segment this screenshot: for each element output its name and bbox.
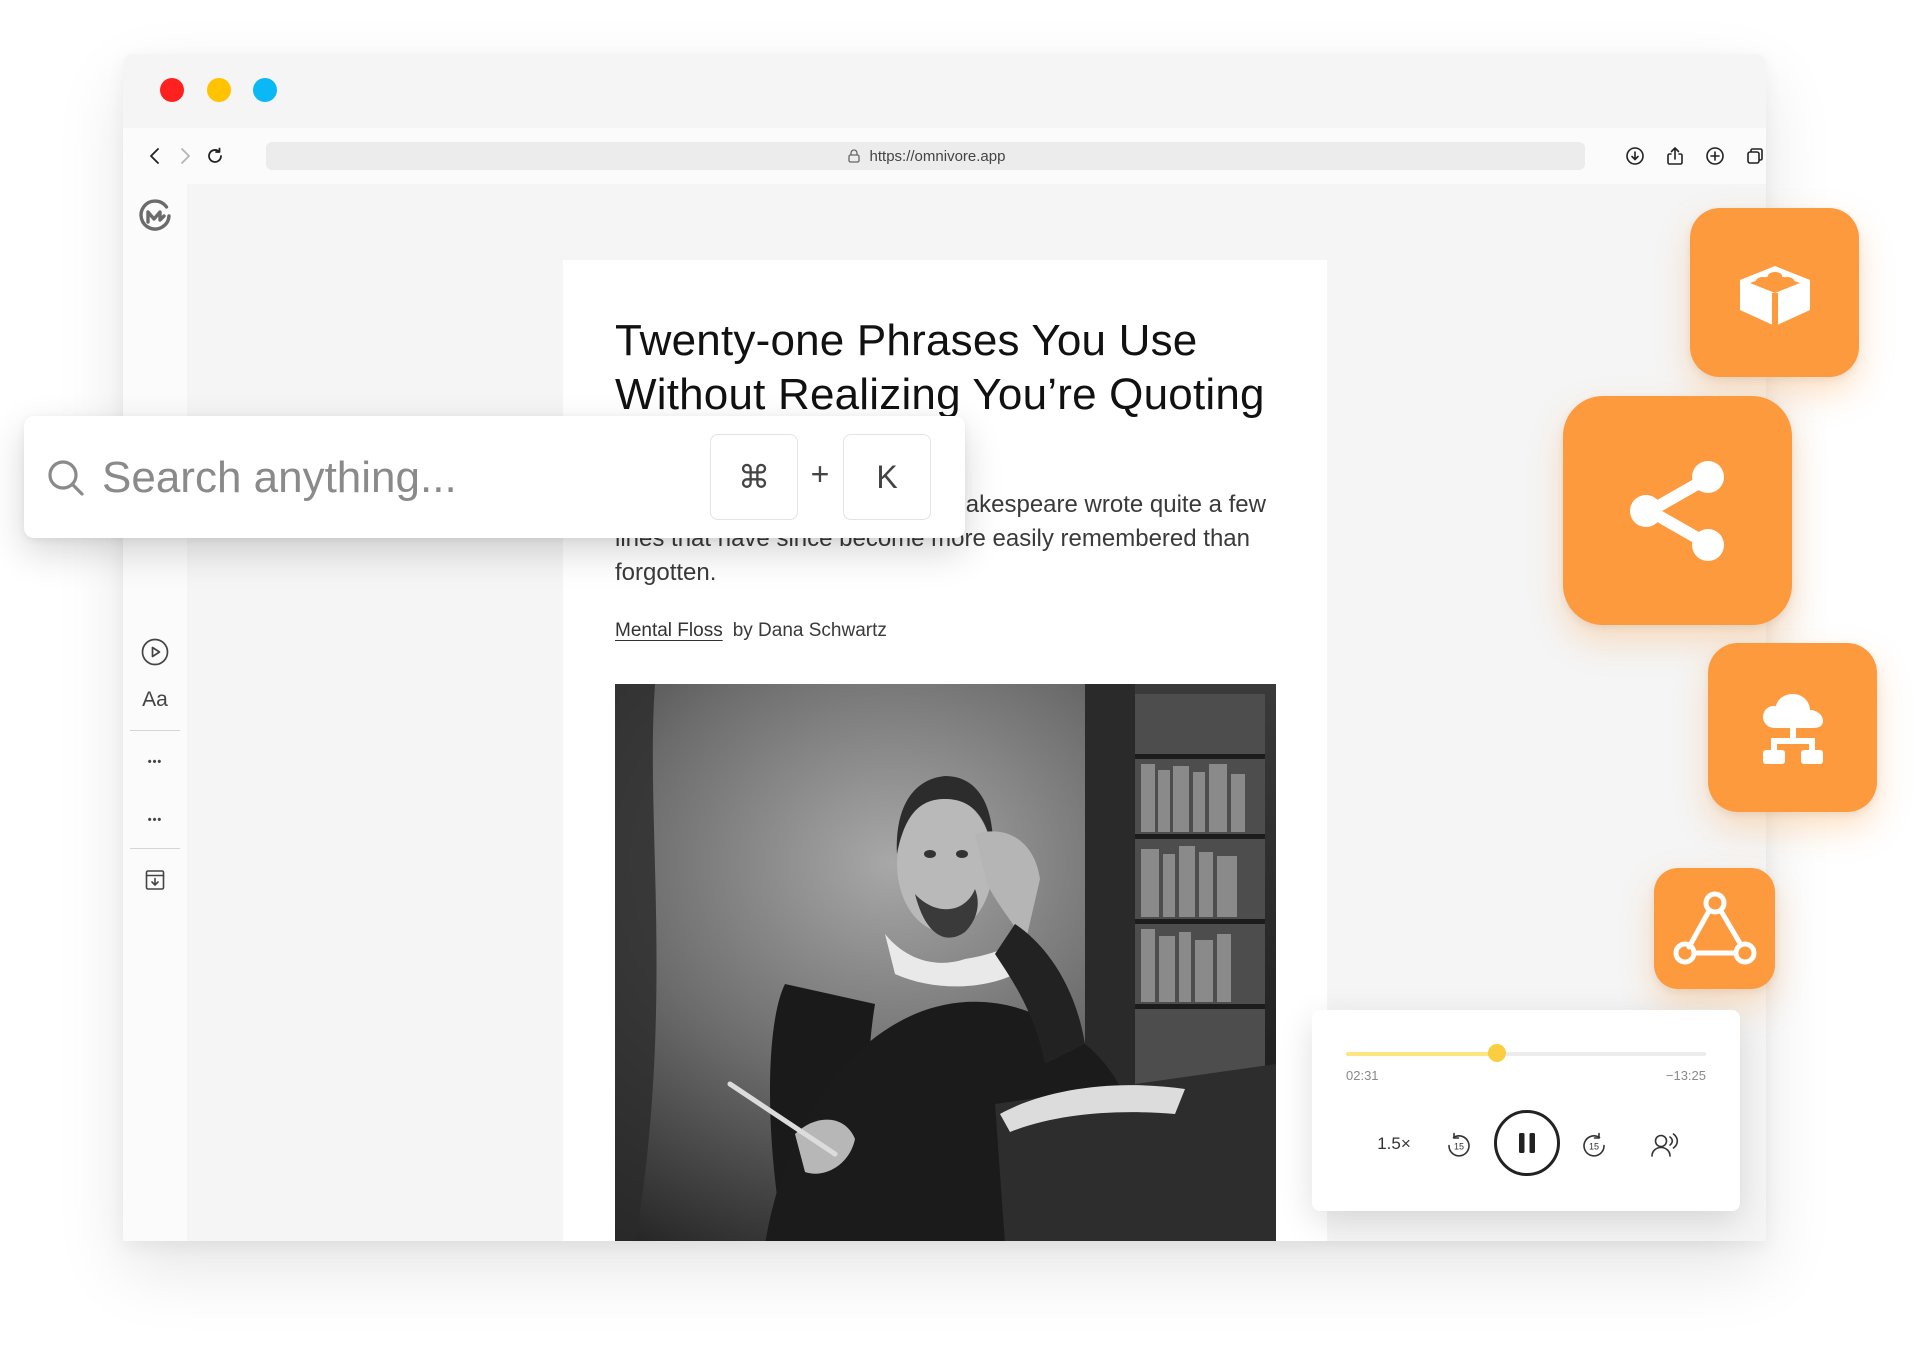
search-icon [48, 460, 84, 496]
reload-icon [208, 147, 222, 163]
webhook-integration-tile[interactable] [1654, 868, 1775, 989]
readwise-icon [1739, 265, 1810, 326]
forward-button[interactable] [173, 144, 197, 168]
svg-text:15: 15 [1454, 1142, 1464, 1152]
svg-text:15: 15 [1589, 1142, 1599, 1152]
skip-back-button[interactable]: 15 [1442, 1128, 1476, 1162]
shortcut-modifier-key: ⌘ [710, 434, 798, 520]
cloud-sync-icon [1762, 693, 1823, 764]
back-button[interactable] [143, 144, 167, 168]
readwise-integration-tile[interactable] [1690, 208, 1859, 377]
shortcut-plus: + [810, 456, 830, 492]
font-settings-label: Aa [142, 688, 168, 711]
archive-icon [145, 870, 165, 890]
address-bar[interactable]: https://omnivore.app [266, 142, 1585, 170]
article-reader: Twenty-one Phrases You Use Without Reali… [563, 260, 1327, 1241]
cloud-sync-integration-tile[interactable] [1708, 643, 1877, 812]
font-settings-button[interactable]: Aa [137, 682, 173, 718]
share-upload-icon [1667, 147, 1683, 165]
lock-icon [847, 149, 860, 163]
url-text: https://omnivore.app [869, 147, 1006, 165]
close-window-button[interactable] [160, 78, 184, 102]
more-icon-2: ••• [147, 814, 163, 826]
article-site-link[interactable]: Mental Floss [615, 620, 723, 641]
more-options-button[interactable]: ••• [137, 744, 173, 780]
chevron-left-icon [150, 148, 159, 164]
share-icon [1629, 460, 1724, 561]
more-options-button-2[interactable]: ••• [137, 802, 173, 838]
new-tab-button[interactable] [1703, 144, 1727, 168]
search-input[interactable] [100, 450, 664, 506]
article-byline: Mental Floss by Dana Schwartz [615, 620, 887, 642]
maximize-window-button[interactable] [253, 78, 277, 102]
shortcut-key: K [843, 434, 931, 520]
article-author: by Dana Schwartz [732, 620, 887, 641]
pause-icon [1519, 1133, 1535, 1153]
tabs-icon [1747, 148, 1763, 164]
more-icon: ••• [147, 756, 163, 768]
skip-back-15-icon: 15 [1448, 1132, 1470, 1157]
pause-button[interactable] [1494, 1110, 1560, 1176]
playback-progress-fill [1346, 1052, 1498, 1056]
play-circle-icon [141, 638, 169, 666]
chevron-right-icon [181, 148, 190, 164]
archive-button[interactable] [137, 862, 173, 898]
playback-speed-button[interactable]: 1.5× [1366, 1130, 1422, 1158]
app-sidebar: Aa ••• ••• [123, 184, 187, 1241]
reload-button[interactable] [203, 144, 227, 168]
voice-settings-button[interactable] [1646, 1127, 1682, 1163]
audio-player: 02:31 −13:25 1.5× 15 15 [1312, 1010, 1740, 1211]
skip-forward-button[interactable]: 15 [1577, 1128, 1611, 1162]
voice-icon [1651, 1133, 1679, 1157]
minimize-window-button[interactable] [207, 78, 231, 102]
browser-toolbar: https://omnivore.app [123, 128, 1766, 184]
omnivore-logo[interactable] [135, 196, 175, 236]
sidebar-divider [130, 730, 180, 731]
playback-progress-track[interactable] [1346, 1044, 1706, 1062]
skip-forward-15-icon: 15 [1583, 1132, 1605, 1157]
search-dialog: ⌘ + K [24, 416, 965, 538]
share-integration-tile[interactable] [1563, 396, 1792, 625]
sidebar-divider-2 [130, 848, 180, 849]
download-icon [1626, 147, 1644, 165]
remaining-time: −13:25 [1665, 1068, 1706, 1083]
webhook-icon [1673, 891, 1756, 964]
share-button[interactable] [1663, 144, 1687, 168]
playback-scrubber[interactable] [1488, 1044, 1507, 1062]
download-button[interactable] [1623, 144, 1647, 168]
listen-button[interactable] [137, 634, 173, 670]
tabs-overview-button[interactable] [1743, 144, 1766, 168]
elapsed-time: 02:31 [1346, 1068, 1379, 1083]
article-hero-image [615, 684, 1276, 1241]
plus-circle-icon [1706, 147, 1724, 165]
omnivore-logo-icon [139, 199, 171, 231]
